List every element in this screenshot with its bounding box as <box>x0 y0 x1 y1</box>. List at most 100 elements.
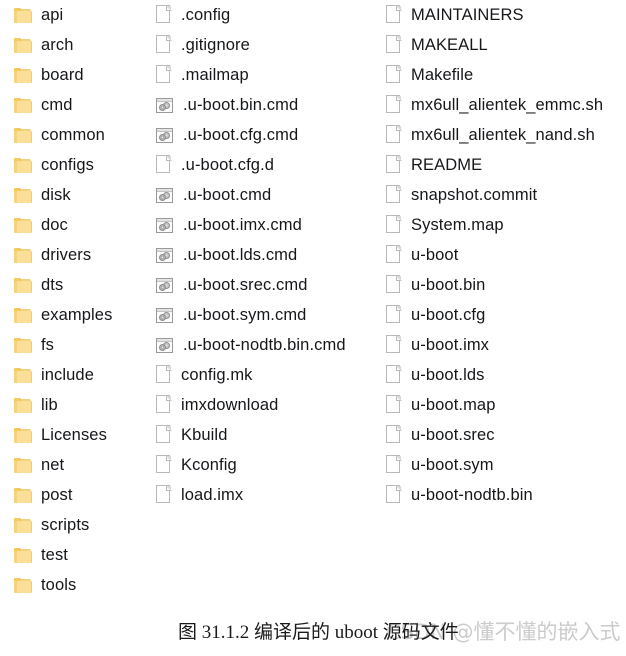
list-item-label: configs <box>41 156 94 174</box>
list-item[interactable]: Kbuild <box>156 420 384 450</box>
list-item-label: snapshot.commit <box>411 186 538 204</box>
list-item-label: System.map <box>411 216 504 234</box>
list-item[interactable]: .u-boot.lds.cmd <box>156 240 384 270</box>
document-icon <box>386 185 402 205</box>
list-item[interactable]: net <box>14 450 154 480</box>
list-item[interactable]: api <box>14 0 154 30</box>
list-item[interactable]: imxdownload <box>156 390 384 420</box>
list-item[interactable]: u-boot <box>386 240 626 270</box>
list-item[interactable]: u-boot.srec <box>386 420 626 450</box>
list-item[interactable]: load.imx <box>156 480 384 510</box>
list-item[interactable]: board <box>14 60 154 90</box>
document-icon <box>386 275 402 295</box>
list-item[interactable]: snapshot.commit <box>386 180 626 210</box>
list-item-label: .mailmap <box>181 66 249 84</box>
list-item-label: Makefile <box>411 66 474 84</box>
list-item[interactable]: README <box>386 150 626 180</box>
document-icon <box>386 155 402 175</box>
list-item-label: .u-boot-nodtb.bin.cmd <box>183 336 346 354</box>
list-item[interactable]: u-boot.bin <box>386 270 626 300</box>
list-item-label: .u-boot.cfg.d <box>181 156 275 174</box>
list-item[interactable]: include <box>14 360 154 390</box>
list-item[interactable]: cmd <box>14 90 154 120</box>
list-item[interactable]: lib <box>14 390 154 420</box>
list-item-label: net <box>41 456 65 474</box>
document-icon <box>156 425 172 445</box>
document-icon <box>156 365 172 385</box>
list-item[interactable]: .u-boot.srec.cmd <box>156 270 384 300</box>
list-item[interactable]: arch <box>14 30 154 60</box>
caption-area: CSDN @懂不懂的嵌入式 图 31.1.2 编译后的 uboot 源码文件 <box>0 612 626 656</box>
list-item[interactable]: u-boot.sym <box>386 450 626 480</box>
list-item-label: imxdownload <box>181 396 279 414</box>
list-item[interactable]: .u-boot-nodtb.bin.cmd <box>156 330 384 360</box>
list-item[interactable]: MAKEALL <box>386 30 626 60</box>
list-item[interactable]: dts <box>14 270 154 300</box>
list-item-label: .config <box>181 6 231 24</box>
list-item-label: .u-boot.sym.cmd <box>183 306 307 324</box>
list-item[interactable]: drivers <box>14 240 154 270</box>
list-item[interactable]: tools <box>14 570 154 600</box>
list-item-label: tools <box>41 576 77 594</box>
list-item[interactable]: .u-boot.imx.cmd <box>156 210 384 240</box>
document-icon <box>386 95 402 115</box>
document-icon <box>386 365 402 385</box>
list-item[interactable]: MAINTAINERS <box>386 0 626 30</box>
folder-icon <box>14 97 32 114</box>
list-item[interactable]: u-boot.cfg <box>386 300 626 330</box>
folders-column: api arch board cmd common configs disk doc drive… <box>14 0 154 600</box>
list-item[interactable]: config.mk <box>156 360 384 390</box>
list-item[interactable]: doc <box>14 210 154 240</box>
list-item[interactable]: .u-boot.sym.cmd <box>156 300 384 330</box>
list-item[interactable]: Licenses <box>14 420 154 450</box>
list-item-label: .u-boot.srec.cmd <box>183 276 308 294</box>
list-item[interactable]: mx6ull_alientek_emmc.sh <box>386 90 626 120</box>
list-item[interactable]: mx6ull_alientek_nand.sh <box>386 120 626 150</box>
document-icon <box>386 35 402 55</box>
list-item[interactable]: .u-boot.bin.cmd <box>156 90 384 120</box>
list-item-label: examples <box>41 306 113 324</box>
list-item[interactable]: .mailmap <box>156 60 384 90</box>
document-icon <box>386 215 402 235</box>
list-item[interactable]: scripts <box>14 510 154 540</box>
document-icon <box>386 65 402 85</box>
list-item-label: u-boot.map <box>411 396 496 414</box>
list-item[interactable]: .config <box>156 0 384 30</box>
list-item-label: u-boot.bin <box>411 276 486 294</box>
list-item[interactable]: .u-boot.cfg.d <box>156 150 384 180</box>
list-item[interactable]: fs <box>14 330 154 360</box>
list-item[interactable]: .gitignore <box>156 30 384 60</box>
list-item-label: api <box>41 6 64 24</box>
list-item-label: drivers <box>41 246 92 264</box>
folder-icon <box>14 577 32 594</box>
list-item-label: load.imx <box>181 486 244 504</box>
list-item[interactable]: Makefile <box>386 60 626 90</box>
list-item[interactable]: configs <box>14 150 154 180</box>
list-item-label: u-boot.imx <box>411 336 490 354</box>
document-icon <box>386 455 402 475</box>
list-item[interactable]: .u-boot.cmd <box>156 180 384 210</box>
folder-icon <box>14 397 32 414</box>
list-item-label: disk <box>41 186 71 204</box>
cmd-script-icon <box>156 307 174 324</box>
list-item[interactable]: System.map <box>386 210 626 240</box>
list-item-label: MAINTAINERS <box>411 6 524 24</box>
list-item[interactable]: examples <box>14 300 154 330</box>
list-item[interactable]: .u-boot.cfg.cmd <box>156 120 384 150</box>
list-item[interactable]: u-boot.lds <box>386 360 626 390</box>
list-item-label: include <box>41 366 94 384</box>
list-item[interactable]: u-boot.map <box>386 390 626 420</box>
folder-icon <box>14 247 32 264</box>
cmd-script-icon <box>156 277 174 294</box>
document-icon <box>386 5 402 25</box>
list-item[interactable]: u-boot-nodtb.bin <box>386 480 626 510</box>
list-item[interactable]: Kconfig <box>156 450 384 480</box>
list-item[interactable]: test <box>14 540 154 570</box>
list-item-label: arch <box>41 36 74 54</box>
list-item[interactable]: u-boot.imx <box>386 330 626 360</box>
list-item-label: mx6ull_alientek_nand.sh <box>411 126 595 144</box>
list-item[interactable]: common <box>14 120 154 150</box>
list-item-label: u-boot.sym <box>411 456 494 474</box>
list-item[interactable]: disk <box>14 180 154 210</box>
list-item[interactable]: post <box>14 480 154 510</box>
